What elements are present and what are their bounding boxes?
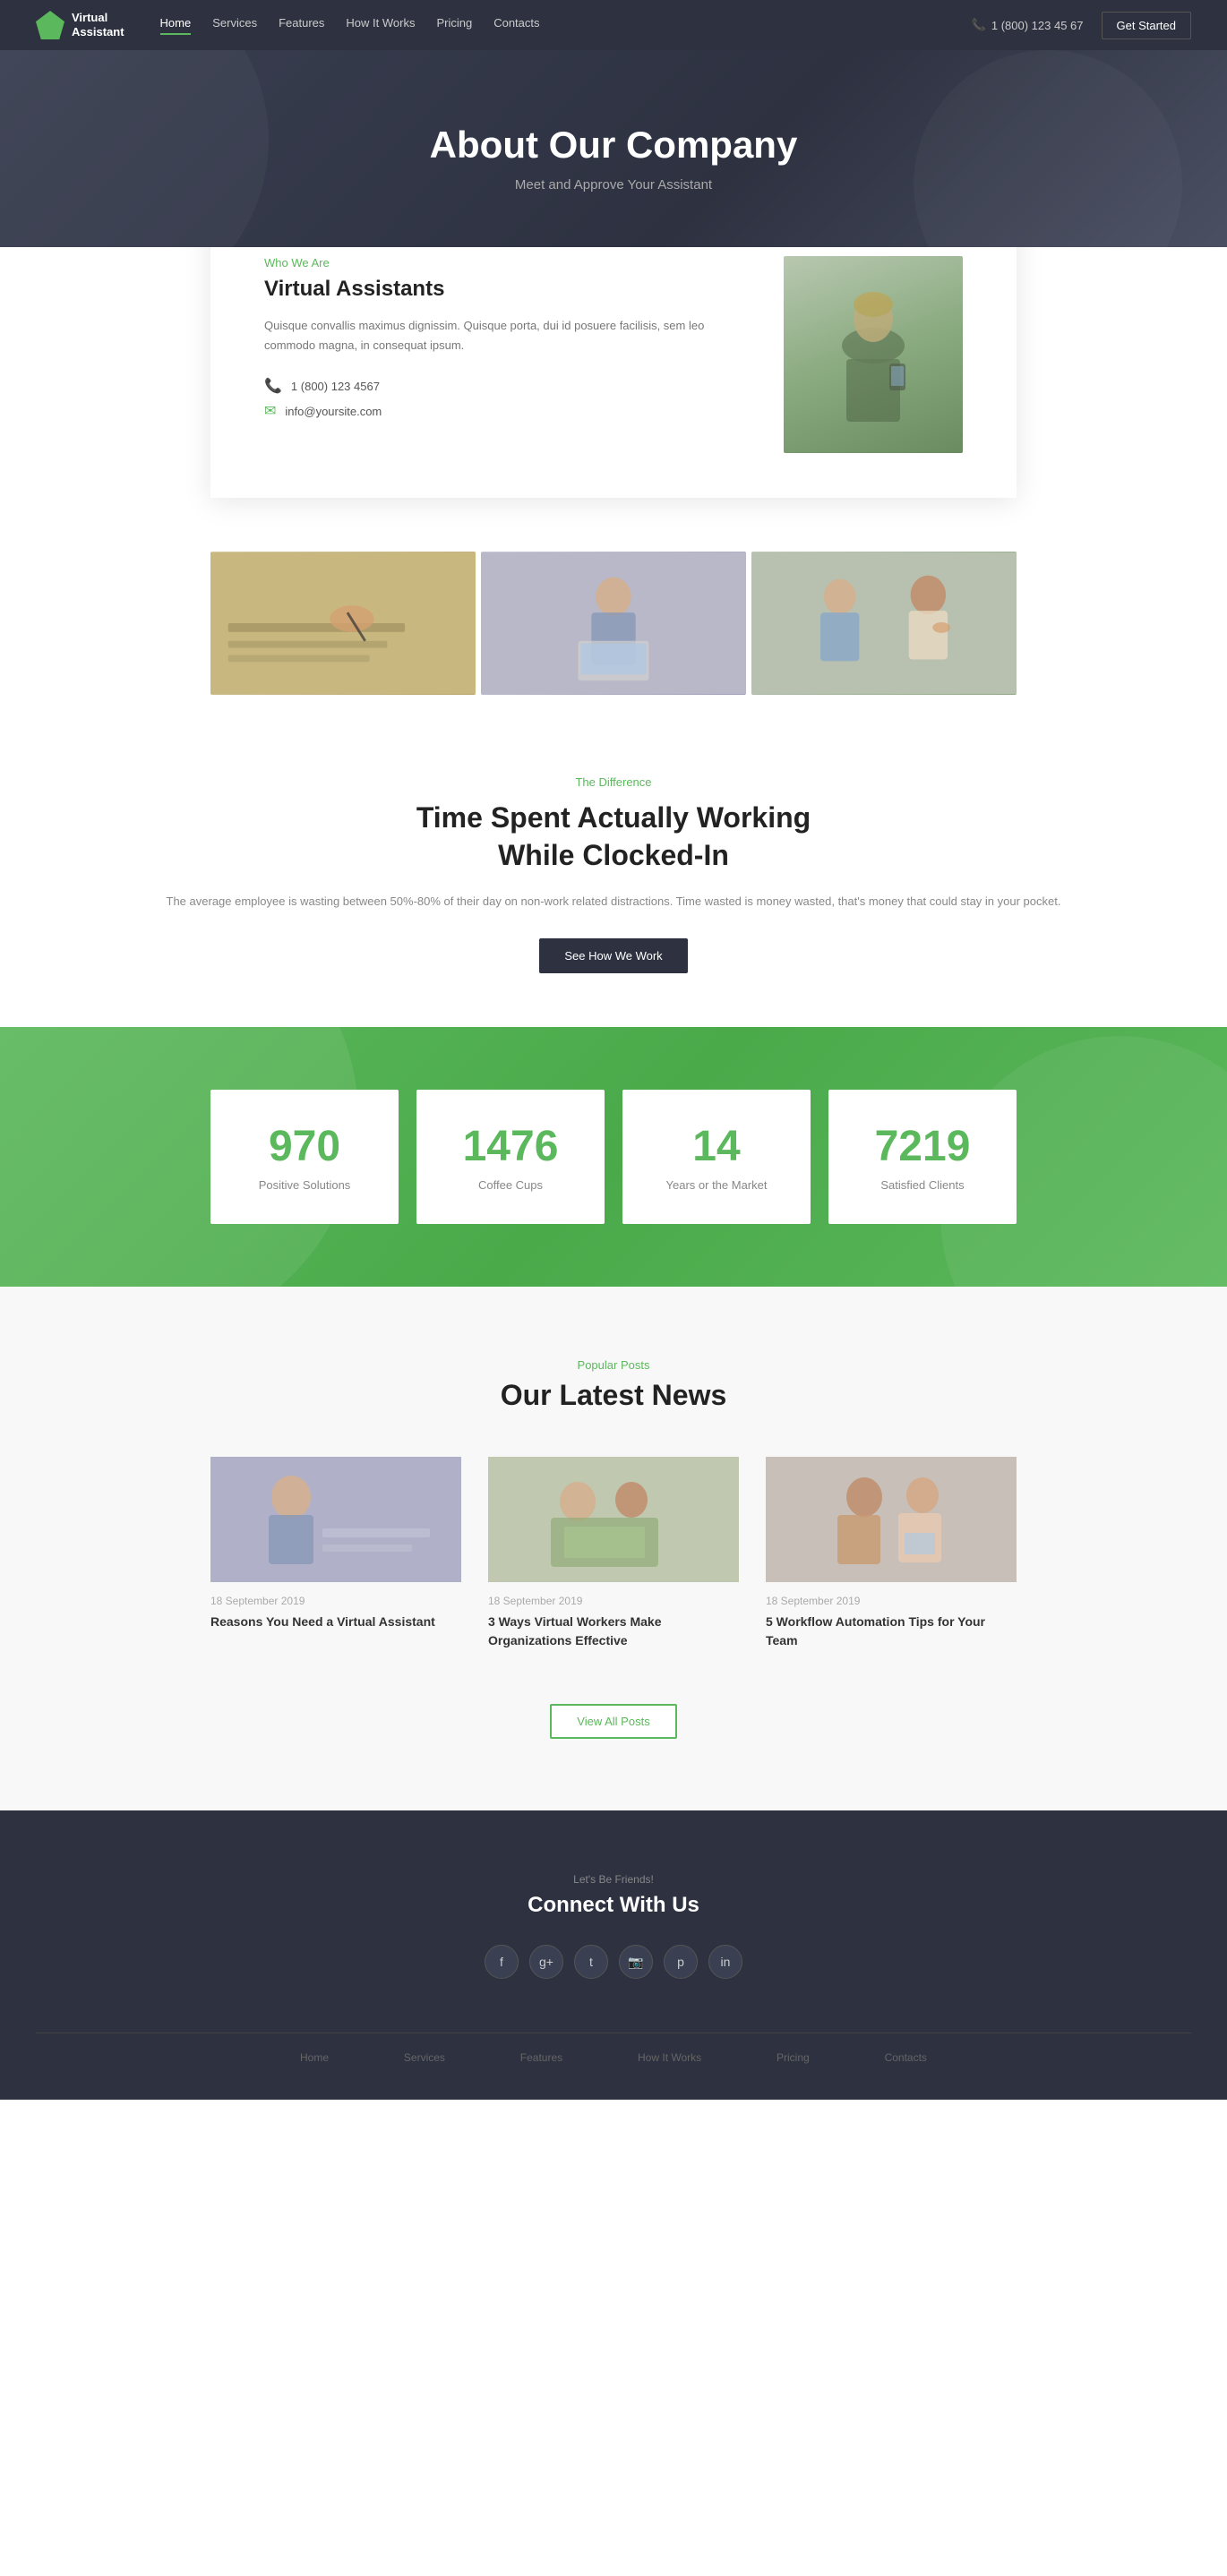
news-grid: 18 September 2019 Reasons You Need a Vir… bbox=[210, 1457, 1017, 1650]
about-image-container bbox=[784, 256, 963, 453]
stats-grid: 970 Positive Solutions 1476 Coffee Cups … bbox=[210, 1090, 1017, 1224]
get-started-button[interactable]: Get Started bbox=[1102, 12, 1191, 39]
gallery-image-2-content bbox=[481, 552, 746, 695]
gallery-image-3 bbox=[751, 552, 1017, 695]
difference-description: The average employee is wasting between … bbox=[36, 892, 1191, 911]
nav-right: 📞 1 (800) 123 45 67 Get Started bbox=[972, 12, 1191, 39]
stat-label-coffee: Coffee Cups bbox=[452, 1178, 569, 1192]
footer-title: Connect With Us bbox=[36, 1893, 1191, 1918]
news-date-2: 18 September 2019 bbox=[488, 1595, 739, 1607]
about-description: Quisque convallis maximus dignissim. Qui… bbox=[264, 316, 730, 355]
view-all-posts-button[interactable]: View All Posts bbox=[550, 1704, 676, 1739]
footer-how-it-works-link[interactable]: How It Works bbox=[638, 2051, 701, 2064]
footer-features-link[interactable]: Features bbox=[520, 2051, 562, 2064]
about-left: Who We Are Virtual Assistants Quisque co… bbox=[264, 256, 730, 420]
logo-icon bbox=[36, 11, 64, 39]
twitter-icon[interactable]: t bbox=[574, 1945, 608, 1979]
gallery-section bbox=[210, 552, 1017, 695]
about-title: Virtual Assistants bbox=[264, 277, 730, 302]
nav-features[interactable]: Features bbox=[279, 16, 324, 35]
about-image bbox=[784, 256, 963, 453]
stat-number-clients: 7219 bbox=[864, 1122, 981, 1171]
news-section: Popular Posts Our Latest News 18 Septemb… bbox=[0, 1287, 1227, 1810]
footer-services-link[interactable]: Services bbox=[404, 2051, 445, 2064]
stat-coffee-cups: 1476 Coffee Cups bbox=[416, 1090, 605, 1224]
see-how-we-work-button[interactable]: See How We Work bbox=[539, 938, 687, 973]
logo-text: Virtual Assistant bbox=[72, 11, 124, 39]
email-icon: ✉ bbox=[264, 402, 276, 420]
google-plus-icon[interactable]: g+ bbox=[529, 1945, 563, 1979]
nav-contacts[interactable]: Contacts bbox=[493, 16, 539, 35]
logo[interactable]: Virtual Assistant bbox=[36, 11, 124, 39]
footer-contacts-link[interactable]: Contacts bbox=[885, 2051, 927, 2064]
nav-home[interactable]: Home bbox=[160, 16, 192, 35]
footer: Let's Be Friends! Connect With Us f g+ t… bbox=[0, 1810, 1227, 2100]
stat-label-solutions: Positive Solutions bbox=[246, 1178, 363, 1192]
linkedin-icon[interactable]: in bbox=[708, 1945, 742, 1979]
hero-title: About Our Company bbox=[430, 124, 798, 167]
news-title: Our Latest News bbox=[36, 1379, 1191, 1412]
news-title-3: 5 Workflow Automation Tips for Your Team bbox=[766, 1613, 1017, 1650]
news-card-1: 18 September 2019 Reasons You Need a Vir… bbox=[210, 1457, 461, 1650]
difference-tag: The Difference bbox=[36, 775, 1191, 789]
news-image-2 bbox=[488, 1457, 739, 1582]
news-title-2: 3 Ways Virtual Workers Make Organization… bbox=[488, 1613, 739, 1650]
news-card-2: 18 September 2019 3 Ways Virtual Workers… bbox=[488, 1457, 739, 1650]
news-date-1: 18 September 2019 bbox=[210, 1595, 461, 1607]
person-illustration bbox=[819, 274, 927, 435]
nav-links: Home Services Features How It Works Pric… bbox=[160, 16, 972, 35]
footer-bottom: Home Services Features How It Works Pric… bbox=[36, 2033, 1191, 2064]
difference-title: Time Spent Actually WorkingWhile Clocked… bbox=[36, 800, 1191, 874]
nav-phone: 📞 1 (800) 123 45 67 bbox=[972, 18, 1084, 32]
stat-label-clients: Satisfied Clients bbox=[864, 1178, 981, 1192]
stat-label-years: Years or the Market bbox=[658, 1178, 775, 1192]
about-phone: 📞 1 (800) 123 4567 bbox=[264, 377, 730, 395]
difference-section: The Difference Time Spent Actually Worki… bbox=[0, 757, 1227, 1027]
footer-links: Home Services Features How It Works Pric… bbox=[300, 2051, 927, 2064]
gallery-image-1 bbox=[210, 552, 476, 695]
stat-number-solutions: 970 bbox=[246, 1122, 363, 1171]
about-image-placeholder bbox=[784, 256, 963, 453]
stat-positive-solutions: 970 Positive Solutions bbox=[210, 1090, 399, 1224]
stats-section: 970 Positive Solutions 1476 Coffee Cups … bbox=[0, 1027, 1227, 1287]
hero-content: About Our Company Meet and Approve Your … bbox=[412, 70, 816, 228]
about-email: ✉ info@yoursite.com bbox=[264, 402, 730, 420]
gallery-image-2 bbox=[481, 552, 746, 695]
footer-tag: Let's Be Friends! bbox=[36, 1873, 1191, 1886]
gallery-image-3-content bbox=[751, 552, 1017, 695]
about-contact: 📞 1 (800) 123 4567 ✉ info@yoursite.com bbox=[264, 377, 730, 420]
news-image-1 bbox=[210, 1457, 461, 1582]
stat-clients: 7219 Satisfied Clients bbox=[828, 1090, 1017, 1224]
gallery-image-1-content bbox=[210, 552, 476, 695]
news-tag: Popular Posts bbox=[36, 1358, 1191, 1372]
hero-section: About Our Company Meet and Approve Your … bbox=[0, 50, 1227, 247]
stat-years: 14 Years or the Market bbox=[622, 1090, 811, 1224]
news-title-1: Reasons You Need a Virtual Assistant bbox=[210, 1613, 461, 1631]
pinterest-icon[interactable]: p bbox=[664, 1945, 698, 1979]
hero-subtitle: Meet and Approve Your Assistant bbox=[430, 177, 798, 193]
news-card-3: 18 September 2019 5 Workflow Automation … bbox=[766, 1457, 1017, 1650]
nav-how-it-works[interactable]: How It Works bbox=[346, 16, 415, 35]
nav-services[interactable]: Services bbox=[212, 16, 257, 35]
phone-icon: 📞 bbox=[972, 18, 986, 32]
social-links: f g+ t 📷 p in bbox=[36, 1945, 1191, 1979]
news-image-3 bbox=[766, 1457, 1017, 1582]
footer-pricing-link[interactable]: Pricing bbox=[777, 2051, 810, 2064]
stat-number-coffee: 1476 bbox=[452, 1122, 569, 1171]
facebook-icon[interactable]: f bbox=[485, 1945, 519, 1979]
navbar: Virtual Assistant Home Services Features… bbox=[0, 0, 1227, 50]
about-tag: Who We Are bbox=[264, 256, 730, 270]
phone-icon: 📞 bbox=[264, 377, 282, 395]
stat-number-years: 14 bbox=[658, 1122, 775, 1171]
instagram-icon[interactable]: 📷 bbox=[619, 1945, 653, 1979]
news-date-3: 18 September 2019 bbox=[766, 1595, 1017, 1607]
footer-home-link[interactable]: Home bbox=[300, 2051, 329, 2064]
about-section: Who We Are Virtual Assistants Quisque co… bbox=[210, 211, 1017, 498]
nav-pricing[interactable]: Pricing bbox=[436, 16, 472, 35]
